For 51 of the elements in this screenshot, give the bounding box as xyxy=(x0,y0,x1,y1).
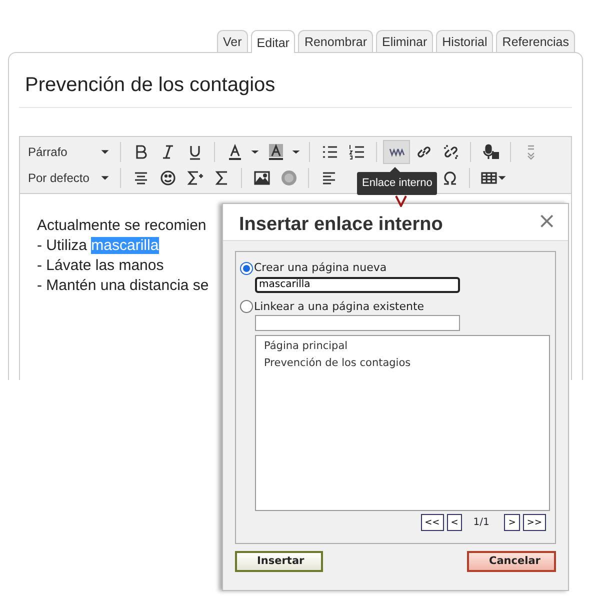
dialog-title: Insertar enlace interno xyxy=(239,214,443,236)
insert-button[interactable]: Insertar xyxy=(235,551,323,572)
last-page-button[interactable]: >> xyxy=(522,514,546,531)
badge-icon xyxy=(280,170,296,186)
page-title: Prevención de los contagios xyxy=(19,53,572,108)
page-indicator: 1/1 xyxy=(472,516,490,530)
text-line: Actualmente se recomien xyxy=(37,216,206,236)
text-line: - Lávate las manos xyxy=(37,256,164,276)
text-color-icon xyxy=(226,144,242,160)
image-icon xyxy=(254,170,270,186)
radio-button[interactable] xyxy=(240,262,253,275)
radio-option[interactable]: Crear una página nueva xyxy=(240,260,551,276)
tooltip-arrow xyxy=(390,167,400,172)
text-line: - Utiliza mascarilla xyxy=(37,236,159,256)
wiki-link-button[interactable] xyxy=(383,140,410,164)
page-list-item[interactable]: Prevención de los contagios xyxy=(264,355,549,372)
cancel-button[interactable]: Cancelar xyxy=(467,551,556,572)
align-center-icon xyxy=(132,170,148,186)
bullet-list-icon xyxy=(322,144,338,160)
align-left-icon xyxy=(320,170,336,186)
page-list-item[interactable]: Página principal xyxy=(264,338,549,355)
link-icon xyxy=(416,144,432,160)
unlink-icon xyxy=(442,144,458,160)
microphone-icon xyxy=(482,144,498,160)
radio-option[interactable]: Linkear a una página existente xyxy=(240,298,551,315)
highlight-color-icon xyxy=(268,144,284,160)
previous-page-button[interactable]: < xyxy=(446,514,462,531)
radio-button[interactable] xyxy=(240,300,253,314)
close-button[interactable]: × xyxy=(538,211,556,233)
sigma-plus-icon xyxy=(186,170,202,186)
text-field[interactable] xyxy=(255,315,460,331)
tab[interactable]: Referencias xyxy=(496,30,575,52)
tab[interactable]: Historial xyxy=(436,30,494,52)
chevron-down-icon xyxy=(394,195,408,207)
text-field[interactable]: mascarilla xyxy=(255,276,460,292)
emoji-icon xyxy=(160,170,176,186)
caret-icon xyxy=(250,150,260,154)
block-format-dropdown[interactable]: Párrafo xyxy=(24,143,114,161)
next-page-button[interactable]: > xyxy=(504,514,520,531)
tab[interactable]: Editar xyxy=(250,30,296,53)
caret-icon xyxy=(291,150,301,154)
font-dropdown[interactable]: Por defecto xyxy=(24,169,114,187)
table-icon xyxy=(481,170,497,186)
tab[interactable]: Eliminar xyxy=(376,30,434,52)
omega-icon xyxy=(442,170,458,186)
numbered-list-icon xyxy=(348,144,364,160)
first-page-button[interactable]: << xyxy=(420,514,444,531)
text-line: - Mantén una distancia se xyxy=(37,276,209,296)
sigma-icon xyxy=(214,170,230,186)
tab[interactable]: Ver xyxy=(217,30,248,52)
tab[interactable]: Renombrar xyxy=(298,30,373,52)
